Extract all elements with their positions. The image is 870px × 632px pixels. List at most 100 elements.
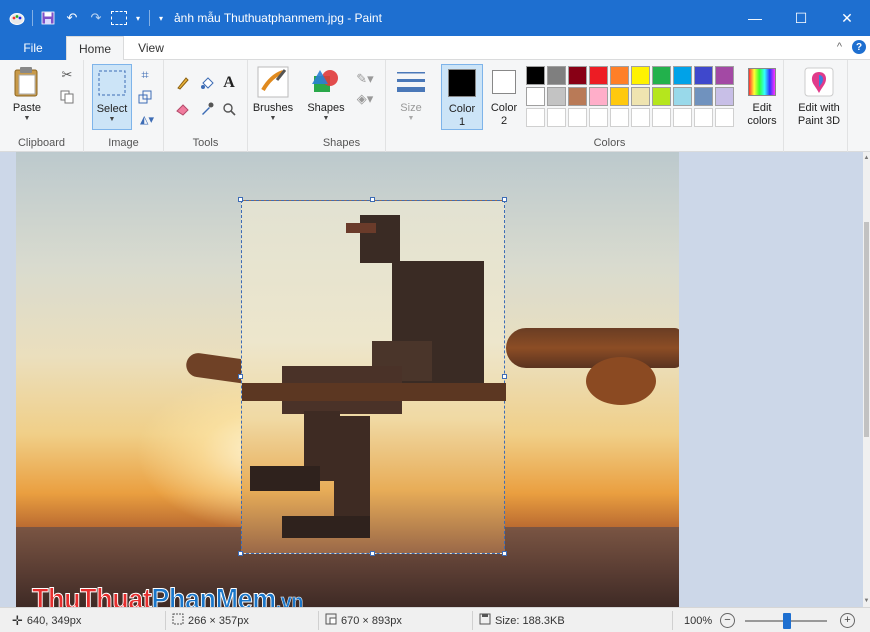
- palette-swatch[interactable]: [652, 66, 671, 85]
- palette-swatch[interactable]: [652, 87, 671, 106]
- palette-swatch[interactable]: [694, 87, 713, 106]
- color1-swatch: [446, 67, 478, 99]
- pixelated-figure-foot2: [282, 516, 370, 538]
- paint-app-icon[interactable]: [8, 9, 26, 27]
- palette-swatch[interactable]: [526, 87, 545, 106]
- palette-swatch[interactable]: [526, 66, 545, 85]
- palette-swatch[interactable]: [547, 87, 566, 106]
- palette-swatch[interactable]: [631, 66, 650, 85]
- color1-button[interactable]: Color 1: [441, 64, 483, 130]
- palette-swatch-empty[interactable]: [631, 108, 650, 127]
- tools-group: A Tools: [164, 60, 248, 152]
- brush-icon: [257, 66, 289, 98]
- palette-swatch-empty[interactable]: [568, 108, 587, 127]
- vertical-scrollbar[interactable]: ▲ ▼: [863, 152, 870, 607]
- selection-handle-nw[interactable]: [238, 197, 243, 202]
- scrollbar-thumb[interactable]: [864, 222, 869, 437]
- magnifier-icon[interactable]: [220, 100, 238, 118]
- palette-swatch-empty[interactable]: [715, 108, 734, 127]
- line-size-icon: [395, 66, 427, 98]
- pixelated-figure-foot: [250, 466, 320, 491]
- brushes-button[interactable]: Brushes ▼: [252, 66, 294, 123]
- palette-swatch[interactable]: [589, 66, 608, 85]
- palette-swatch[interactable]: [631, 87, 650, 106]
- selection-handle-s[interactable]: [370, 551, 375, 556]
- tab-home[interactable]: Home: [66, 36, 124, 61]
- palette-swatch[interactable]: [610, 66, 629, 85]
- color1-label: Color: [448, 103, 476, 115]
- copy-icon[interactable]: [58, 88, 76, 106]
- colors-group-label: Colors: [593, 137, 626, 149]
- palette-swatch[interactable]: [673, 66, 692, 85]
- paint3d-icon: [803, 66, 835, 98]
- help-icon[interactable]: ?: [852, 40, 866, 54]
- edit-colors-button[interactable]: Edit colors: [740, 66, 784, 128]
- color2-button[interactable]: Color 2: [486, 66, 522, 128]
- save-icon[interactable]: [39, 9, 57, 27]
- redo-icon[interactable]: ↷: [87, 9, 105, 27]
- cut-icon[interactable]: ✂: [58, 66, 76, 84]
- selection-handle-sw[interactable]: [238, 551, 243, 556]
- scroll-up-icon[interactable]: ▲: [863, 154, 870, 162]
- selection-handle-e[interactable]: [502, 374, 507, 379]
- qat-dropdown-icon[interactable]: ▾: [133, 9, 143, 27]
- selection-handle-ne[interactable]: [502, 197, 507, 202]
- customize-qat-icon[interactable]: ▾: [156, 9, 166, 27]
- outline-icon[interactable]: ✎▾: [352, 70, 378, 88]
- fill-icon[interactable]: [198, 74, 216, 92]
- qat-divider: [32, 10, 33, 26]
- eraser-icon[interactable]: [174, 100, 192, 118]
- palette-swatch-empty[interactable]: [547, 108, 566, 127]
- shapes-button[interactable]: Shapes ▼: [304, 66, 348, 123]
- select-icon[interactable]: [111, 11, 127, 25]
- selection-handle-n[interactable]: [370, 197, 375, 202]
- selection-handle-w[interactable]: [238, 374, 243, 379]
- palette-swatch[interactable]: [589, 87, 608, 106]
- palette-swatch[interactable]: [673, 87, 692, 106]
- zoom-in-button[interactable]: +: [840, 613, 855, 628]
- minimize-button[interactable]: —: [732, 0, 778, 36]
- zoom-out-button[interactable]: −: [720, 613, 735, 628]
- color-picker-icon[interactable]: [198, 100, 216, 118]
- palette-swatch[interactable]: [694, 66, 713, 85]
- selection-handle-se[interactable]: [502, 551, 507, 556]
- palette-swatch-empty[interactable]: [610, 108, 629, 127]
- fill-shape-icon[interactable]: ◈▾: [352, 90, 378, 108]
- palette-swatch-empty[interactable]: [652, 108, 671, 127]
- crop-icon[interactable]: ⌗: [136, 66, 154, 84]
- tab-file[interactable]: File: [0, 36, 66, 60]
- maximize-button[interactable]: ☐: [778, 0, 824, 36]
- paint3d-label-1: Edit with: [798, 102, 840, 114]
- palette-swatch[interactable]: [568, 66, 587, 85]
- close-button[interactable]: ✕: [824, 0, 870, 36]
- palette-swatch[interactable]: [715, 66, 734, 85]
- palette-swatch[interactable]: [568, 87, 587, 106]
- pencil-icon[interactable]: [174, 74, 192, 92]
- scroll-down-icon[interactable]: ▼: [863, 597, 870, 605]
- selection-rectangle[interactable]: [241, 200, 506, 554]
- palette-swatch-empty[interactable]: [589, 108, 608, 127]
- collapse-ribbon-icon[interactable]: ^: [837, 41, 842, 53]
- rotate-icon[interactable]: ◭▾: [136, 110, 158, 128]
- paste-icon: [11, 66, 43, 98]
- select-button[interactable]: Select ▼: [92, 64, 132, 130]
- size-button[interactable]: Size ▼: [392, 66, 430, 123]
- edit-with-paint3d-button[interactable]: Edit with Paint 3D: [792, 66, 846, 128]
- status-divider: [318, 611, 319, 630]
- cursor-position: ✛ 640, 349px: [12, 608, 81, 632]
- palette-swatch-empty[interactable]: [673, 108, 692, 127]
- tab-view[interactable]: View: [128, 36, 174, 60]
- palette-swatch-empty[interactable]: [694, 108, 713, 127]
- palette-swatch-empty[interactable]: [526, 108, 545, 127]
- text-icon[interactable]: A: [220, 74, 238, 92]
- palette-swatch[interactable]: [547, 66, 566, 85]
- palette-swatch[interactable]: [715, 87, 734, 106]
- zoom-slider-thumb[interactable]: [783, 613, 791, 629]
- undo-icon[interactable]: ↶: [63, 9, 81, 27]
- paste-button[interactable]: Paste ▼: [10, 66, 44, 123]
- watermark-part-3: .vn: [275, 589, 304, 607]
- canvas-image[interactable]: [16, 152, 679, 607]
- palette-swatch[interactable]: [610, 87, 629, 106]
- title-bar: ↶ ↷ ▾ ▾ ảnh mẫu Thuthuatphanmem.jpg - Pa…: [0, 0, 870, 36]
- resize-icon[interactable]: [136, 88, 154, 106]
